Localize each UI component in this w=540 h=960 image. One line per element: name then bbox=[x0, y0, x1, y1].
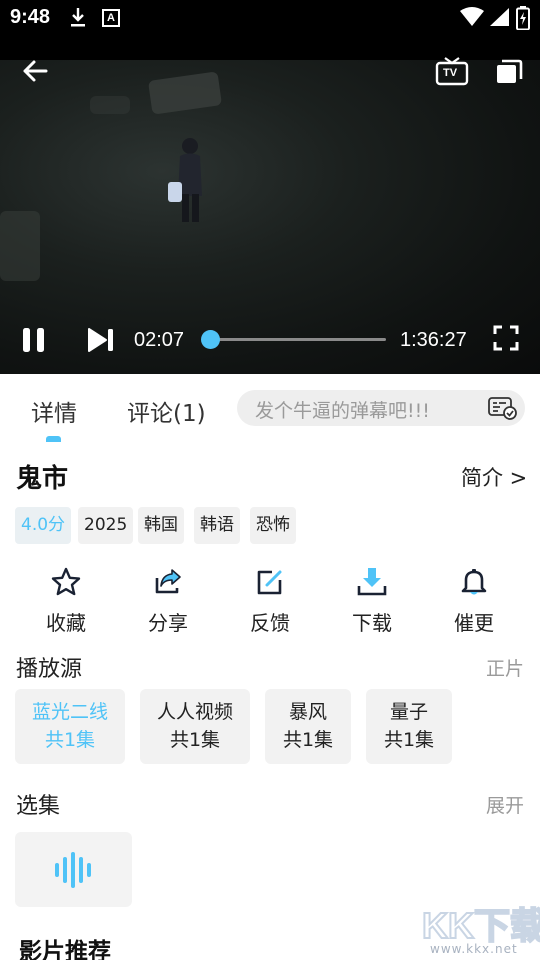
source-item-baofeng[interactable]: 暴风 共1集 bbox=[265, 689, 351, 764]
source-count: 共1集 bbox=[282, 729, 334, 751]
status-bar: 9:48 A bbox=[0, 0, 540, 36]
source-item-renren[interactable]: 人人视频 共1集 bbox=[140, 689, 250, 764]
episodes-title: 选集 bbox=[16, 794, 61, 819]
share-icon bbox=[155, 569, 181, 594]
battery-icon bbox=[516, 6, 530, 30]
recommend-title: 影片推荐 bbox=[19, 939, 111, 960]
danmu-settings-icon[interactable] bbox=[487, 396, 517, 420]
urge-update-button[interactable]: 催更 bbox=[434, 562, 514, 636]
tab-bar: 详情 评论(1) 发个牛逼的弹幕吧!!! bbox=[0, 374, 540, 442]
source-count: 共1集 bbox=[383, 729, 435, 751]
feedback-label: 反馈 bbox=[250, 611, 290, 635]
watermark-text: www.kkx.net bbox=[430, 942, 518, 956]
episode-item[interactable] bbox=[15, 832, 132, 907]
progress-thumb[interactable] bbox=[200, 330, 220, 349]
pause-icon[interactable] bbox=[20, 325, 48, 355]
back-arrow-icon[interactable] bbox=[20, 56, 50, 86]
tab-details[interactable]: 详情 bbox=[31, 394, 77, 428]
status-time: 9:48 bbox=[10, 6, 51, 28]
movie-title: 鬼市 bbox=[16, 464, 69, 494]
source-item-liangzi[interactable]: 量子 共1集 bbox=[366, 689, 452, 764]
intro-link[interactable]: 简介 > bbox=[461, 462, 527, 492]
tab-indicator bbox=[46, 436, 61, 442]
share-label: 分享 bbox=[148, 611, 188, 635]
score-tag: 4.0分 bbox=[15, 507, 72, 544]
favorite-button[interactable]: 收藏 bbox=[26, 562, 106, 636]
episodes-expand[interactable]: 展开 bbox=[486, 791, 524, 818]
danmu-placeholder: 发个牛逼的弹幕吧!!! bbox=[255, 400, 430, 422]
share-button[interactable]: 分享 bbox=[128, 562, 208, 636]
source-count: 共1集 bbox=[169, 729, 221, 751]
year-tag: 2025 bbox=[78, 507, 134, 544]
video-frame-figure bbox=[168, 138, 202, 222]
download-label: 下载 bbox=[352, 611, 392, 635]
sources-type: 正片 bbox=[485, 658, 524, 680]
favorite-label: 收藏 bbox=[46, 611, 86, 635]
source-name: 量子 bbox=[389, 701, 428, 723]
download-button[interactable]: 下载 bbox=[332, 562, 412, 636]
signal-icon bbox=[490, 8, 509, 26]
genre-tag: 恐怖 bbox=[250, 507, 296, 544]
feedback-icon bbox=[257, 570, 282, 595]
bell-icon bbox=[461, 569, 487, 595]
region-tag: 韩国 bbox=[138, 507, 184, 544]
source-name: 蓝光二线 bbox=[31, 701, 108, 723]
star-icon bbox=[51, 567, 81, 596]
action-row: 收藏 分享 反馈 下载 催更 bbox=[0, 562, 540, 642]
source-name: 暴风 bbox=[288, 701, 327, 723]
source-count: 共1集 bbox=[44, 729, 96, 751]
video-player[interactable]: TV 02:07 1:36:27 bbox=[0, 36, 540, 374]
tv-label: TV bbox=[443, 67, 458, 79]
language-tag: 韩语 bbox=[194, 507, 240, 544]
source-name: 人人视频 bbox=[156, 701, 233, 723]
wifi-icon bbox=[460, 7, 484, 26]
urge-update-label: 催更 bbox=[454, 611, 494, 635]
feedback-button[interactable]: 反馈 bbox=[230, 562, 310, 636]
download-icon bbox=[357, 568, 387, 596]
sources-title: 播放源 bbox=[16, 657, 83, 682]
tab-comments[interactable]: 评论(1) bbox=[127, 394, 206, 428]
source-item-lanyang[interactable]: 蓝光二线 共1集 bbox=[15, 689, 125, 764]
total-time: 1:36:27 bbox=[400, 329, 467, 351]
audio-wave-icon bbox=[55, 852, 91, 888]
svg-text:KK下载: KK下载 bbox=[422, 905, 540, 946]
fullscreen-icon[interactable] bbox=[493, 325, 519, 351]
pip-window-icon[interactable] bbox=[494, 56, 524, 86]
download-notification-icon bbox=[71, 8, 85, 27]
current-time: 02:07 bbox=[134, 329, 185, 351]
cast-tv-button[interactable]: TV bbox=[435, 56, 469, 86]
progress-slider[interactable] bbox=[200, 330, 386, 349]
next-episode-icon[interactable] bbox=[86, 325, 116, 355]
danmu-input[interactable]: 发个牛逼的弹幕吧!!! bbox=[237, 390, 525, 426]
a-badge-icon: A bbox=[102, 9, 120, 27]
